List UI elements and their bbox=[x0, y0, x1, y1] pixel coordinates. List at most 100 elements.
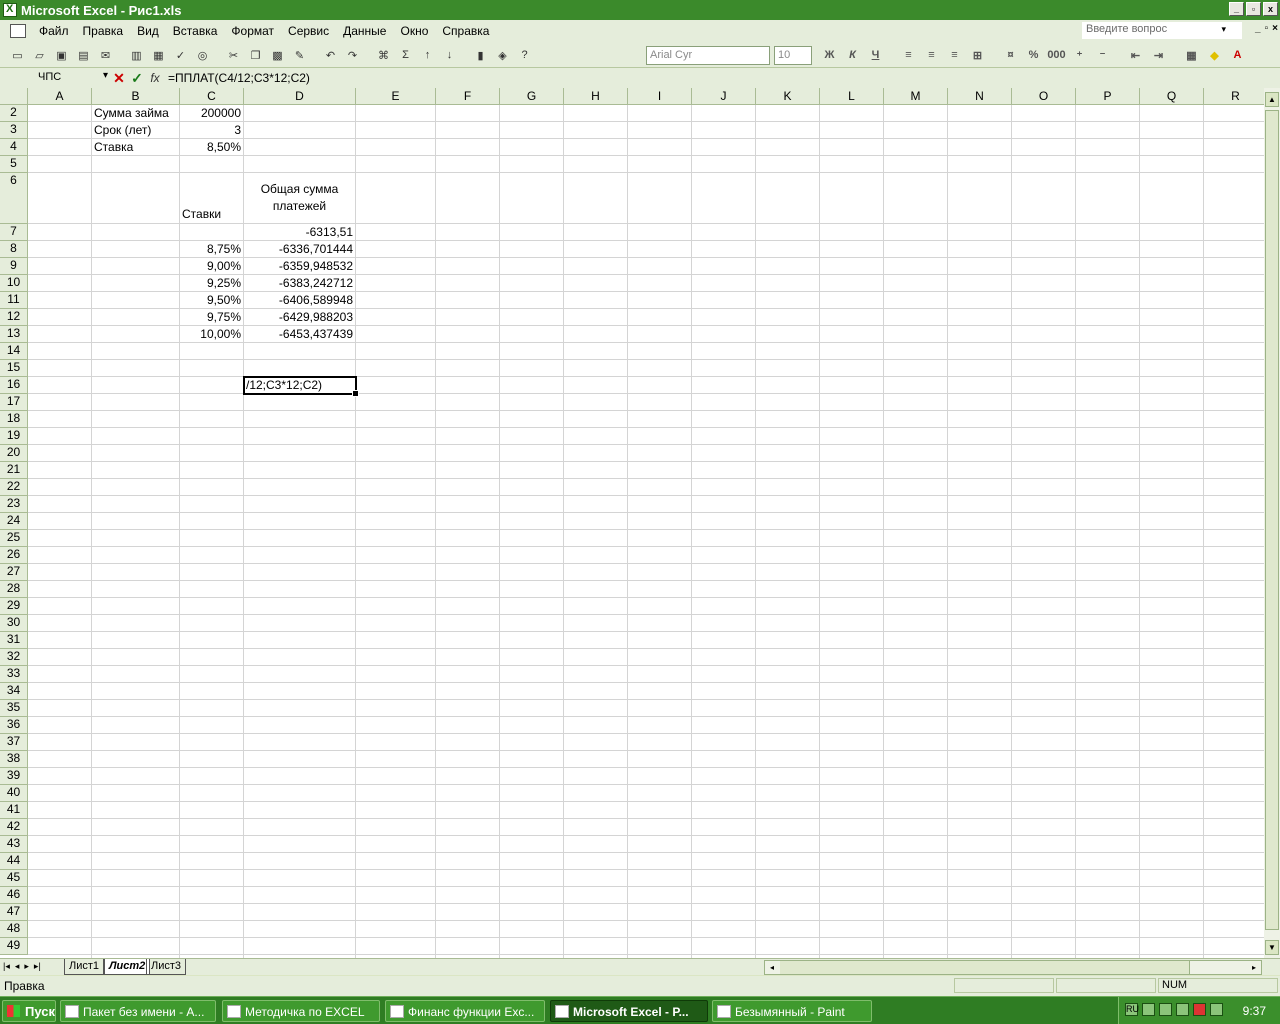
spreadsheet-grid[interactable]: A B C D E F G H I J K L M N O P Q R 2 3 4 5 6 7 8 9 10 11 12 13 14 15 16… bbox=[0, 88, 1264, 958]
copy-icon[interactable]: ❐ bbox=[246, 46, 265, 64]
messenger-icon[interactable] bbox=[1210, 1003, 1223, 1016]
format-painter-icon[interactable]: ✎ bbox=[290, 46, 309, 64]
email-icon[interactable]: ✉ bbox=[96, 46, 115, 64]
menu-help[interactable]: Справка bbox=[435, 24, 496, 38]
document-icon[interactable] bbox=[10, 24, 26, 38]
bold-button[interactable]: Ж bbox=[820, 46, 839, 64]
task-word-doc[interactable]: Финанс функции Exc... bbox=[385, 1000, 545, 1022]
formula-input[interactable]: =ППЛАТ(C4/12;C3*12;C2) bbox=[168, 71, 310, 85]
undo-icon[interactable]: ↶ bbox=[321, 46, 340, 64]
cell-d6[interactable]: Общая сумма платежей bbox=[246, 181, 353, 215]
cell-c12[interactable]: 9,75% bbox=[182, 310, 241, 324]
task-opera[interactable]: Пакет без имени - A... bbox=[60, 1000, 216, 1022]
cell-b3[interactable]: Срок (лет) bbox=[94, 123, 177, 137]
column-header-e[interactable]: E bbox=[356, 88, 436, 105]
cell-d9[interactable]: -6359,948532 bbox=[246, 259, 353, 273]
language-indicator[interactable]: RU bbox=[1125, 1003, 1139, 1016]
doc-minimize-icon[interactable]: _ bbox=[1255, 23, 1261, 34]
spelling-icon[interactable]: ✓ bbox=[171, 46, 190, 64]
task-methodichka[interactable]: Методичка по EXCEL bbox=[222, 1000, 380, 1022]
cell-c13[interactable]: 10,00% bbox=[182, 327, 241, 341]
scroll-left-icon[interactable]: ◂ bbox=[765, 961, 779, 974]
new-document-icon[interactable]: ▭ bbox=[8, 46, 27, 64]
column-header-d[interactable]: D bbox=[244, 88, 356, 105]
drawing-icon[interactable]: ◈ bbox=[493, 46, 512, 64]
cell-d13[interactable]: -6453,437439 bbox=[246, 327, 353, 341]
minimize-button[interactable]: _ bbox=[1229, 2, 1244, 16]
cell-b2[interactable]: Сумма займа bbox=[94, 106, 177, 120]
hyperlink-icon[interactable]: ⌘ bbox=[374, 46, 393, 64]
font-name-select[interactable]: Arial Cyr bbox=[646, 46, 770, 65]
column-header-m[interactable]: M bbox=[884, 88, 948, 105]
italic-button[interactable]: К bbox=[843, 46, 862, 64]
print-icon[interactable]: ▥ bbox=[127, 46, 146, 64]
currency-icon[interactable]: ¤ bbox=[1001, 46, 1020, 64]
menu-insert[interactable]: Вставка bbox=[166, 24, 225, 38]
print-preview-icon[interactable]: ▦ bbox=[149, 46, 168, 64]
thousands-button[interactable]: 000 bbox=[1047, 46, 1066, 64]
name-box[interactable]: ЧПС bbox=[2, 69, 110, 87]
redo-icon[interactable]: ↷ bbox=[343, 46, 362, 64]
maximize-button[interactable]: ▫ bbox=[1246, 2, 1261, 16]
research-icon[interactable]: ◎ bbox=[193, 46, 212, 64]
sort-ascending-icon[interactable]: ↑ bbox=[418, 46, 437, 64]
cell-c11[interactable]: 9,50% bbox=[182, 293, 241, 307]
cell-d11[interactable]: -6406,589948 bbox=[246, 293, 353, 307]
column-header-r[interactable]: R bbox=[1204, 88, 1264, 105]
column-header-o[interactable]: O bbox=[1012, 88, 1076, 105]
row-header-49[interactable]: 49 bbox=[0, 938, 28, 955]
enter-icon[interactable]: ✓ bbox=[128, 70, 146, 87]
cell-d8[interactable]: -6336,701444 bbox=[246, 242, 353, 256]
save-icon[interactable]: ▣ bbox=[52, 46, 71, 64]
close-button[interactable]: x bbox=[1263, 2, 1278, 16]
doc-close-icon[interactable]: × bbox=[1272, 23, 1278, 34]
increase-decimal-icon[interactable]: ⁺ bbox=[1070, 46, 1089, 64]
start-button[interactable]: Пуск bbox=[2, 1000, 56, 1022]
align-right-icon[interactable]: ≡ bbox=[945, 46, 964, 64]
percent-button[interactable]: % bbox=[1024, 46, 1043, 64]
autosum-icon[interactable]: Σ bbox=[396, 46, 415, 64]
align-left-icon[interactable]: ≡ bbox=[899, 46, 918, 64]
tab-sheet2[interactable]: Лист2 bbox=[104, 959, 151, 975]
column-header-k[interactable]: K bbox=[756, 88, 820, 105]
cell-d10[interactable]: -6383,242712 bbox=[246, 276, 353, 290]
cell-b4[interactable]: Ставка bbox=[94, 140, 177, 154]
scroll-up-icon[interactable]: ▲ bbox=[1265, 92, 1279, 107]
permission-icon[interactable]: ▤ bbox=[74, 46, 93, 64]
chevron-down-icon[interactable]: ▾ bbox=[1221, 24, 1226, 35]
cell-c6[interactable]: Ставки bbox=[182, 207, 241, 221]
menu-window[interactable]: Окно bbox=[393, 24, 435, 38]
merge-center-icon[interactable]: ⊞ bbox=[968, 46, 987, 64]
menu-tools[interactable]: Сервис bbox=[281, 24, 336, 38]
task-paint[interactable]: Безымянный - Paint bbox=[712, 1000, 872, 1022]
cell-c2[interactable]: 200000 bbox=[182, 106, 241, 120]
column-header-b[interactable]: B bbox=[92, 88, 180, 105]
tab-sheet3[interactable]: Лист3 bbox=[146, 959, 187, 975]
column-header-h[interactable]: H bbox=[564, 88, 628, 105]
column-header-j[interactable]: J bbox=[692, 88, 756, 105]
decrease-indent-icon[interactable]: ⇤ bbox=[1126, 46, 1145, 64]
align-center-icon[interactable]: ≡ bbox=[922, 46, 941, 64]
menu-view[interactable]: Вид bbox=[130, 24, 166, 38]
network-icon[interactable] bbox=[1142, 1003, 1155, 1016]
column-header-q[interactable]: Q bbox=[1140, 88, 1204, 105]
doc-restore-icon[interactable]: ▫ bbox=[1265, 23, 1269, 34]
cancel-icon[interactable]: ✕ bbox=[110, 70, 128, 87]
scroll-thumb[interactable] bbox=[1265, 110, 1279, 930]
last-sheet-icon[interactable]: ▸| bbox=[34, 961, 41, 972]
borders-icon[interactable]: ▦ bbox=[1182, 46, 1201, 64]
help-icon[interactable]: ? bbox=[515, 46, 534, 64]
column-header-a[interactable]: A bbox=[28, 88, 92, 105]
antivirus-icon[interactable] bbox=[1176, 1003, 1189, 1016]
paste-icon[interactable]: ▩ bbox=[268, 46, 287, 64]
chart-wizard-icon[interactable]: ▮ bbox=[471, 46, 490, 64]
menu-data[interactable]: Данные bbox=[336, 24, 393, 38]
kaspersky-icon[interactable] bbox=[1193, 1003, 1206, 1016]
cell-c8[interactable]: 8,75% bbox=[182, 242, 241, 256]
horizontal-scrollbar[interactable]: ◂ ▸ bbox=[764, 960, 1262, 975]
tab-sheet1[interactable]: Лист1 bbox=[64, 959, 105, 975]
fill-color-icon[interactable]: ◆ bbox=[1205, 46, 1224, 64]
cut-icon[interactable]: ✂ bbox=[224, 46, 243, 64]
font-color-icon[interactable]: A bbox=[1228, 46, 1247, 64]
increase-indent-icon[interactable]: ⇥ bbox=[1149, 46, 1168, 64]
